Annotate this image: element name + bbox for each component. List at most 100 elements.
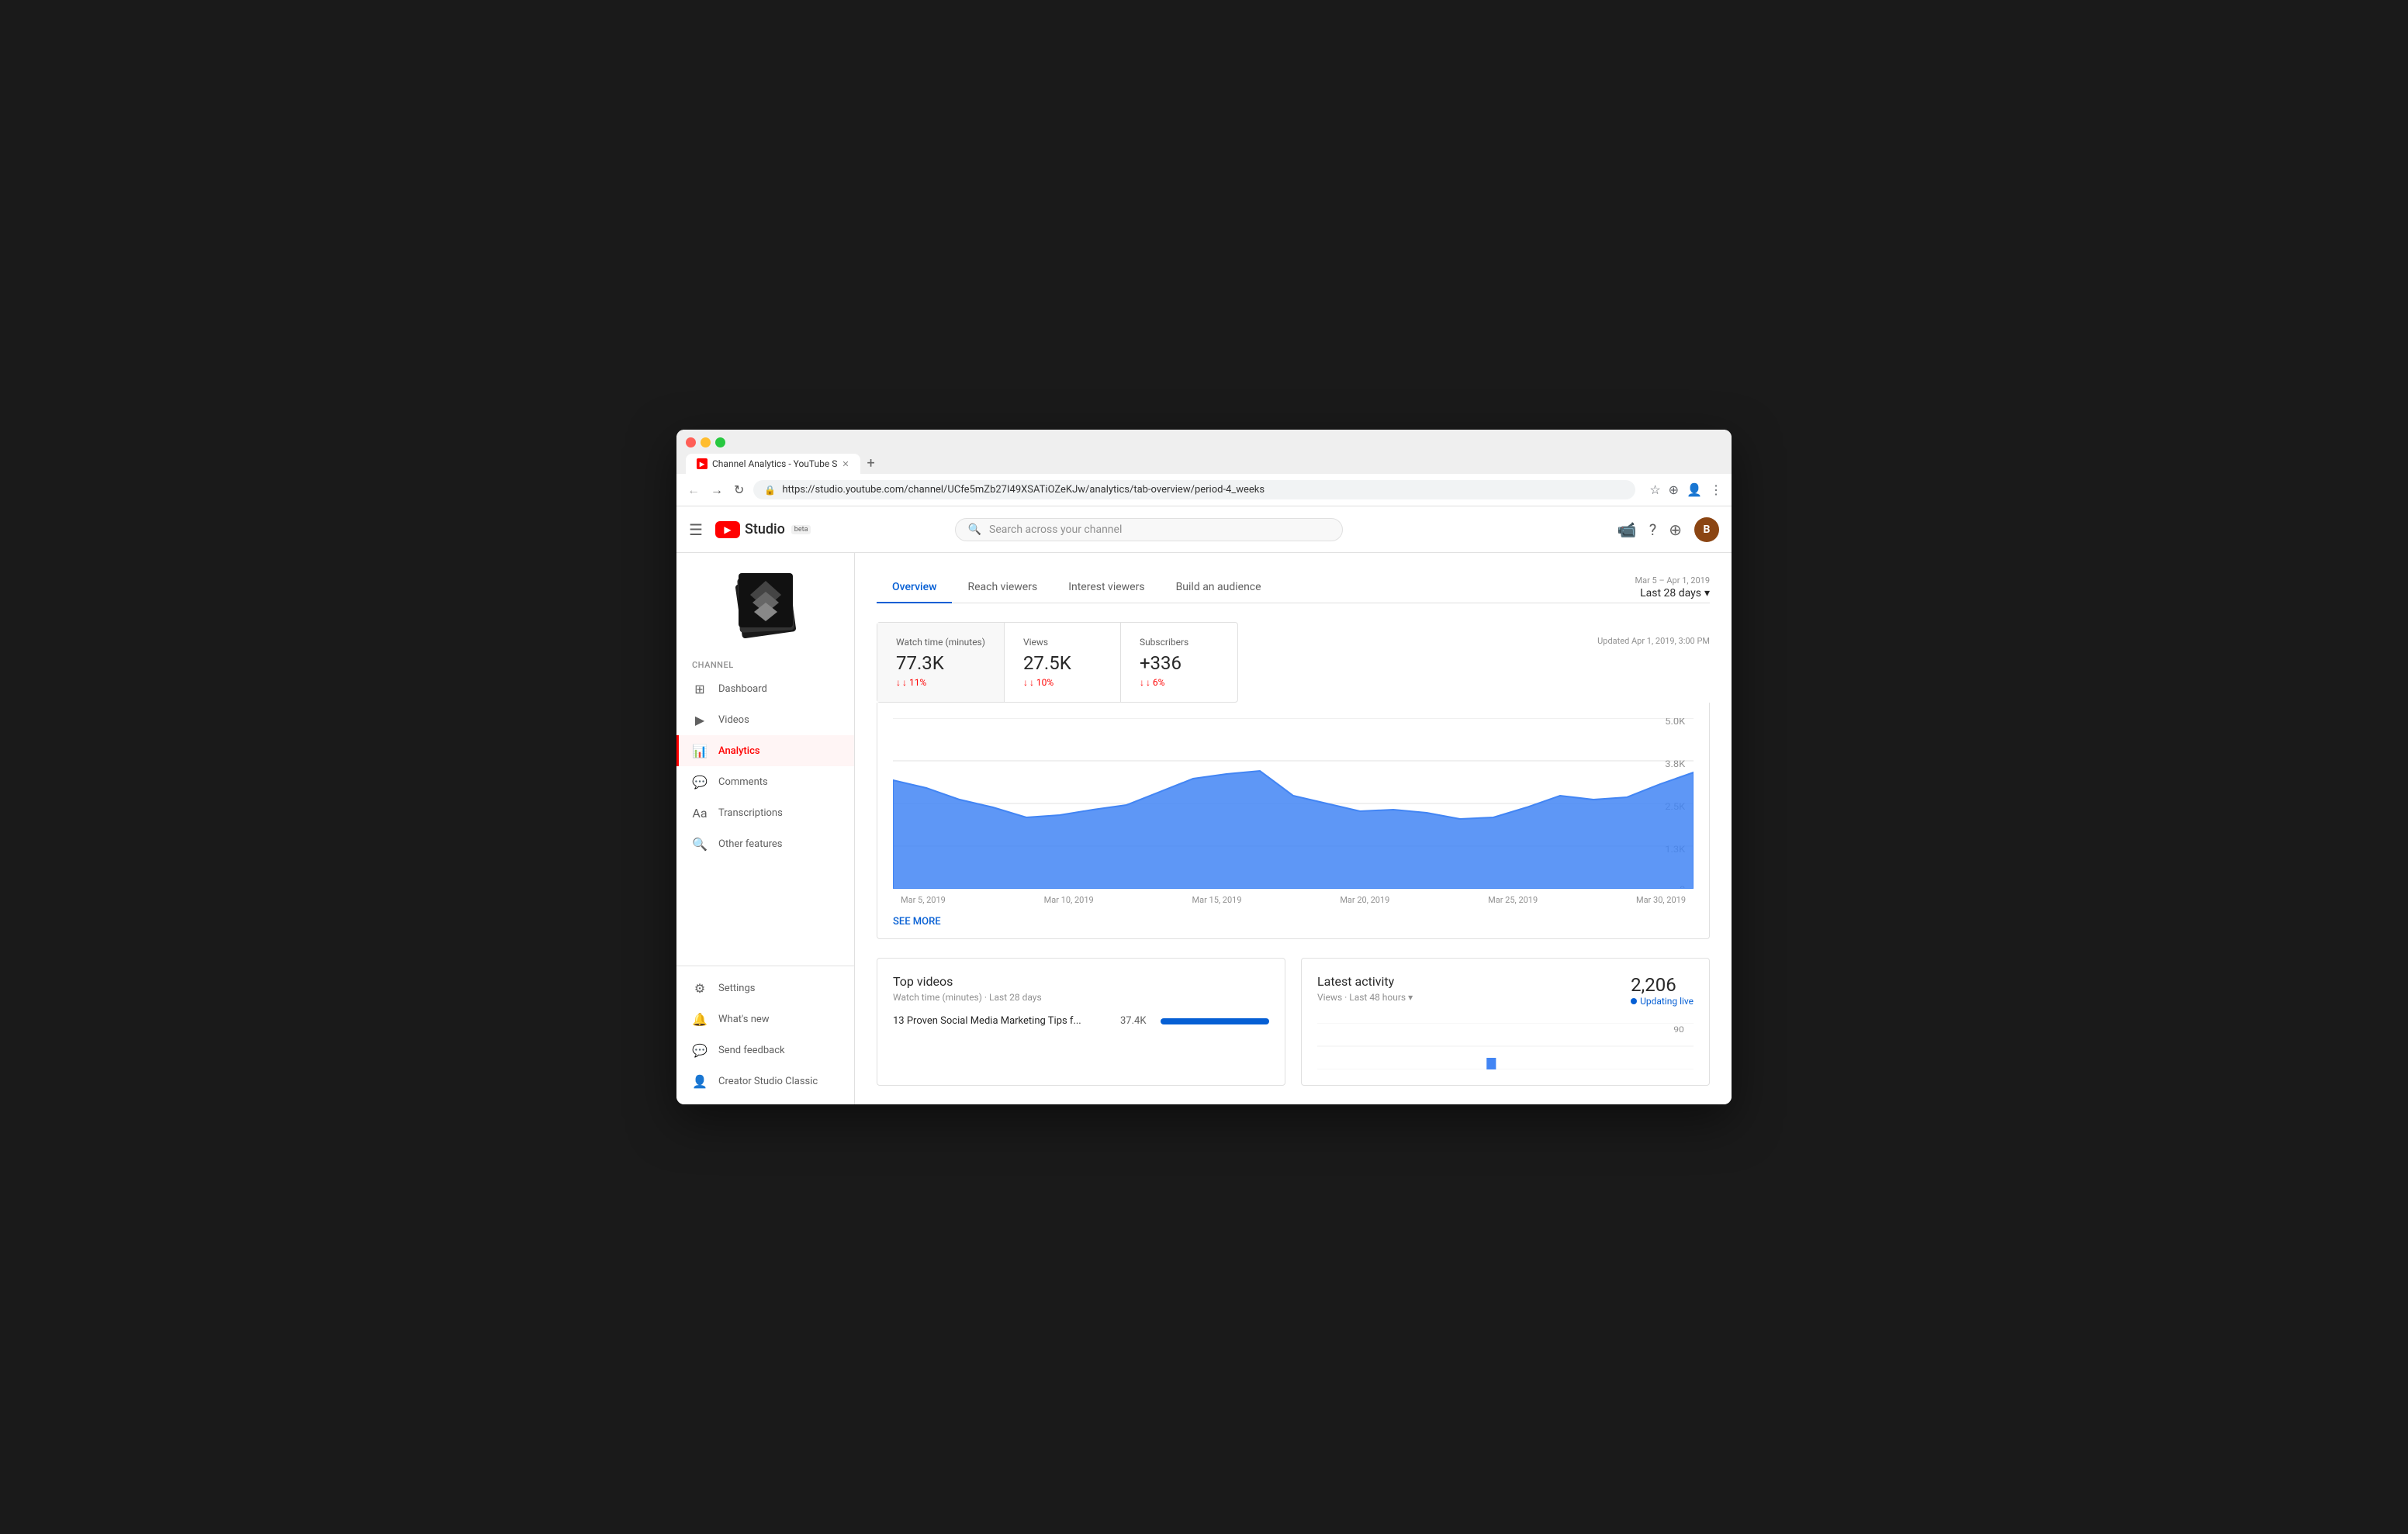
stat-change-watch-time: ↓ ↓ 11% — [896, 677, 985, 688]
sidebar-label-whats-new: What's new — [718, 1014, 770, 1025]
menu-icon[interactable]: ⋮ — [1710, 482, 1722, 497]
dashboard-icon: ⊞ — [692, 681, 708, 696]
tab-interest-viewers[interactable]: Interest viewers — [1053, 572, 1160, 603]
stats-row: Watch time (minutes) 77.3K ↓ ↓ 11% Views… — [877, 622, 1238, 703]
sidebar-item-videos[interactable]: ▶ Videos — [676, 704, 854, 735]
browser-tab[interactable]: ▶ Channel Analytics - YouTube S ✕ — [686, 454, 860, 474]
studio-text: Studio — [745, 521, 785, 537]
date-range-selector[interactable]: Mar 5 – Apr 1, 2019 Last 28 days ▾ — [1635, 575, 1710, 599]
tab-reach-viewers[interactable]: Reach viewers — [952, 572, 1053, 603]
video-title-0: 13 Proven Social Media Marketing Tips f.… — [893, 1015, 1111, 1027]
studio-logo: ▶ Studio beta — [715, 521, 811, 538]
settings-icon: ⚙ — [692, 980, 708, 996]
analytics-tabs: Overview Reach viewers Interest viewers … — [877, 572, 1710, 603]
create-video-button[interactable]: 📹 — [1617, 520, 1637, 539]
layers-icon[interactable]: ⊕ — [1669, 482, 1679, 497]
forward-button[interactable]: → — [709, 481, 725, 499]
chart-svg-area: 5.0K 3.8K 2.5K 1.3K 0 — [893, 718, 1694, 889]
sidebar-label-send-feedback: Send feedback — [718, 1045, 785, 1056]
back-button[interactable]: ← — [686, 481, 701, 499]
latest-activity-title: Latest activity — [1317, 974, 1413, 989]
logo-svg — [739, 573, 793, 627]
date-range-text: Mar 5 – Apr 1, 2019 — [1635, 575, 1710, 586]
creator-studio-icon: 👤 — [692, 1073, 708, 1089]
svg-text:3.8K: 3.8K — [1665, 758, 1685, 769]
stat-label-subscribers: Subscribers — [1140, 637, 1219, 648]
stat-card-subscribers[interactable]: Subscribers +336 ↓ ↓ 6% — [1121, 623, 1237, 702]
lock-icon: 🔒 — [764, 485, 776, 496]
stat-label-views: Views — [1023, 637, 1102, 648]
date-label-text: Last 28 days ▾ — [1640, 587, 1710, 599]
youtube-logo-icon: ▶ — [715, 521, 740, 538]
close-window-button[interactable] — [686, 437, 696, 447]
send-feedback-icon: 💬 — [692, 1042, 708, 1058]
url-text: https://studio.youtube.com/channel/UCfe5… — [782, 484, 1624, 496]
tab-favicon: ▶ — [697, 458, 708, 469]
stat-change-subscribers: ↓ ↓ 6% — [1140, 677, 1219, 688]
sidebar-item-comments[interactable]: 💬 Comments — [676, 766, 854, 797]
comments-icon: 💬 — [692, 774, 708, 789]
stat-card-watch-time[interactable]: Watch time (minutes) 77.3K ↓ ↓ 11% — [877, 623, 1005, 702]
search-input[interactable]: Search across your channel — [989, 523, 1330, 536]
refresh-button[interactable]: ↻ — [732, 481, 746, 499]
stat-card-views[interactable]: Views 27.5K ↓ ↓ 10% — [1005, 623, 1121, 702]
maximize-window-button[interactable] — [715, 437, 725, 447]
url-field[interactable]: 🔒 https://studio.youtube.com/channel/UCf… — [753, 480, 1635, 499]
sidebar-label-videos: Videos — [718, 714, 749, 726]
whats-new-icon: 🔔 — [692, 1011, 708, 1027]
tab-close-button[interactable]: ✕ — [842, 459, 849, 469]
app-header: ☰ ▶ Studio beta 🔍 Search across your cha… — [676, 506, 1732, 553]
see-more-button[interactable]: SEE MORE — [893, 905, 941, 931]
svg-text:90: 90 — [1673, 1025, 1684, 1035]
live-dot-icon — [1631, 998, 1637, 1004]
latest-activity-header: Latest activity Views · Last 48 hours ▾ … — [1317, 974, 1694, 1015]
sidebar-item-whats-new[interactable]: 🔔 What's new — [676, 1004, 854, 1035]
sidebar-section-channel: Channel — [676, 654, 854, 673]
search-bar[interactable]: 🔍 Search across your channel — [955, 518, 1343, 541]
top-videos-subtitle: Watch time (minutes) · Last 28 days — [893, 992, 1269, 1003]
user-profile-icon[interactable]: 👤 — [1687, 482, 1702, 497]
sidebar-label-settings: Settings — [718, 983, 755, 994]
chart-x-label-0: Mar 5, 2019 — [901, 895, 946, 905]
sidebar-item-send-feedback[interactable]: 💬 Send feedback — [676, 1035, 854, 1066]
new-tab-button[interactable]: + — [862, 454, 881, 472]
svg-text:5.0K: 5.0K — [1665, 718, 1685, 727]
video-list-item[interactable]: 13 Proven Social Media Marketing Tips f.… — [893, 1015, 1269, 1027]
minimize-window-button[interactable] — [701, 437, 711, 447]
stat-value-subscribers: +336 — [1140, 652, 1219, 674]
bottom-cards-row: Top videos Watch time (minutes) · Last 2… — [877, 958, 1710, 1086]
search-icon: 🔍 — [968, 523, 981, 536]
sidebar-item-settings[interactable]: ⚙ Settings — [676, 973, 854, 1004]
address-bar: ← → ↻ 🔒 https://studio.youtube.com/chann… — [676, 474, 1732, 506]
sidebar: Channel ⊞ Dashboard ▶ Videos 📊 Analytics… — [676, 553, 855, 1104]
tab-build-audience[interactable]: Build an audience — [1161, 572, 1277, 603]
user-avatar[interactable]: B — [1694, 517, 1719, 542]
chart-x-label-2: Mar 15, 2019 — [1192, 895, 1241, 905]
sidebar-toggle-button[interactable]: ☰ — [689, 520, 703, 539]
tab-overview[interactable]: Overview — [877, 572, 952, 603]
other-features-icon: 🔍 — [692, 836, 708, 852]
top-videos-card: Top videos Watch time (minutes) · Last 2… — [877, 958, 1285, 1086]
video-bar-container — [1161, 1018, 1269, 1024]
sidebar-item-transcriptions[interactable]: Aa Transcriptions — [676, 797, 854, 828]
transcriptions-icon: Aa — [692, 805, 708, 821]
chevron-down-icon: ▾ — [1704, 587, 1710, 599]
chart-visual: 5.0K 3.8K 2.5K 1.3K 0 — [893, 718, 1694, 889]
sidebar-item-creator-studio[interactable]: 👤 Creator Studio Classic — [676, 1066, 854, 1097]
arrow-down-icon: ↓ — [896, 677, 901, 688]
stat-change-views: ↓ ↓ 10% — [1023, 677, 1102, 688]
sidebar-label-analytics: Analytics — [718, 745, 760, 757]
sidebar-label-transcriptions: Transcriptions — [718, 807, 783, 819]
sidebar-item-dashboard[interactable]: ⊞ Dashboard — [676, 673, 854, 704]
sidebar-item-other-features[interactable]: 🔍 Other features — [676, 828, 854, 859]
bookmark-icon[interactable]: ☆ — [1649, 482, 1660, 497]
analytics-icon: 📊 — [692, 743, 708, 758]
help-button[interactable]: ? — [1649, 520, 1656, 539]
apps-icon[interactable]: ⊕ — [1669, 520, 1682, 539]
chevron-down-icon[interactable]: ▾ — [1408, 992, 1413, 1003]
sidebar-item-analytics[interactable]: 📊 Analytics — [676, 735, 854, 766]
latest-activity-card: Latest activity Views · Last 48 hours ▾ … — [1301, 958, 1710, 1086]
arrow-down-icon: ↓ — [1023, 677, 1028, 688]
stat-value-watch-time: 77.3K — [896, 652, 985, 674]
latest-activity-chart: 90 — [1317, 1023, 1694, 1069]
